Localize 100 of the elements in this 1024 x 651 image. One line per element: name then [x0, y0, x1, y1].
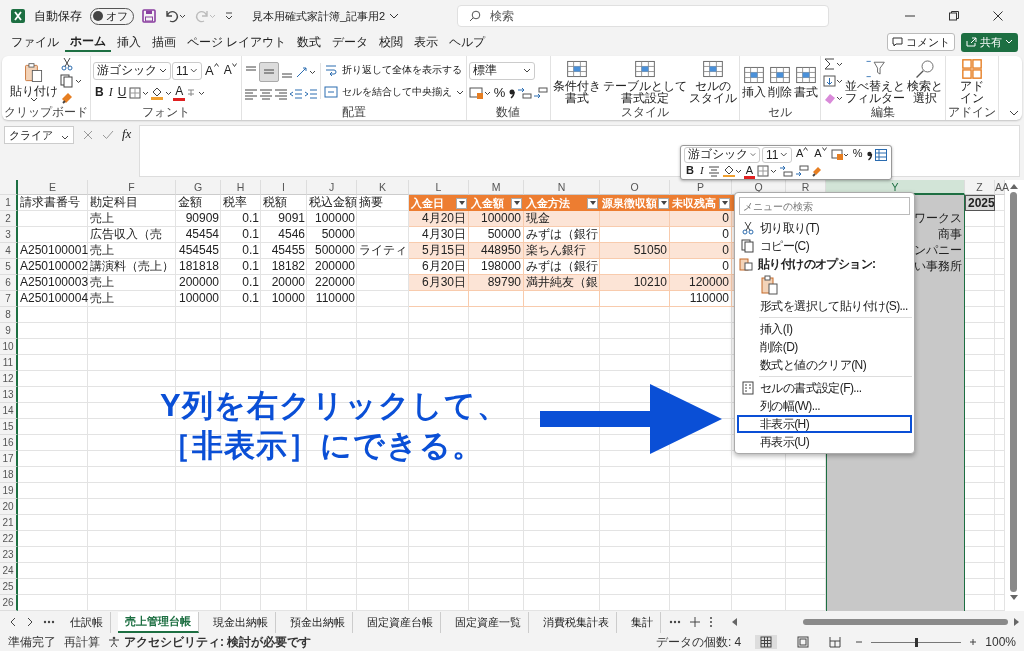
- filter-dropdown-button[interactable]: [511, 197, 522, 209]
- row-header[interactable]: 21: [0, 515, 18, 531]
- ribbon-button[interactable]: セルの スタイル: [689, 58, 738, 104]
- row-header[interactable]: 18: [0, 467, 18, 483]
- filter-dropdown-button[interactable]: [719, 197, 730, 209]
- ribbon-button[interactable]: 並べ替えと フィルター: [845, 58, 906, 104]
- font-name-dropdown[interactable]: 游ゴシック: [684, 146, 760, 163]
- percent-style-button[interactable]: %: [491, 84, 508, 101]
- scroll-up-icon[interactable]: [1009, 183, 1018, 189]
- next-sheet-icon[interactable]: [25, 617, 35, 627]
- sheet-tab[interactable]: 仕訳帳: [63, 611, 111, 633]
- decrease-font-size-button[interactable]: A: [812, 147, 829, 162]
- font-name-dropdown[interactable]: 游ゴシック: [93, 61, 171, 80]
- insert-function-button[interactable]: fx: [122, 126, 132, 142]
- ribbon-tab[interactable]: 表示: [409, 32, 444, 52]
- accessibility-icon[interactable]: [108, 636, 120, 648]
- decrease-decimal-icon[interactable]: [533, 85, 549, 100]
- ribbon-tab[interactable]: データ: [327, 32, 374, 52]
- bold-button[interactable]: B: [684, 163, 696, 179]
- row-header[interactable]: 4: [0, 243, 18, 259]
- column-header[interactable]: F: [88, 180, 176, 195]
- sheet-tab[interactable]: 預金出納帳: [283, 611, 353, 633]
- row-header[interactable]: 5: [0, 259, 18, 275]
- file-name-button[interactable]: 見本用確式家計簿_記事用2: [252, 8, 400, 24]
- menu-item[interactable]: 列の幅(W)...: [737, 397, 912, 415]
- comment-button[interactable]: コメント: [887, 33, 955, 51]
- page-layout-view-icon[interactable]: [797, 636, 810, 648]
- fill-color-icon[interactable]: [721, 165, 742, 177]
- filter-dropdown-button[interactable]: [587, 197, 598, 209]
- align-center-icon[interactable]: [707, 165, 720, 177]
- row-header[interactable]: 3: [0, 227, 18, 243]
- page-break-view-icon[interactable]: [829, 636, 842, 648]
- row-header[interactable]: 19: [0, 483, 18, 499]
- ribbon-tab[interactable]: ページ レイアウト: [182, 32, 292, 52]
- copy-icon[interactable]: [60, 74, 82, 88]
- increase-decimal-icon[interactable]: [778, 165, 793, 177]
- italic-button[interactable]: I: [697, 163, 706, 179]
- column-header[interactable]: H: [221, 180, 261, 195]
- share-button[interactable]: 共有: [961, 32, 1018, 52]
- font-size-dropdown[interactable]: 11: [172, 61, 202, 80]
- row-header[interactable]: 6: [0, 275, 18, 291]
- row-header[interactable]: 13: [0, 387, 18, 403]
- filter-dropdown-button[interactable]: [456, 197, 467, 209]
- table-format-icon[interactable]: [875, 148, 888, 161]
- column-header[interactable]: Z: [965, 180, 995, 195]
- column-header[interactable]: P: [670, 180, 732, 195]
- customize-caret-icon[interactable]: [224, 11, 234, 21]
- sheet-tab[interactable]: 集計: [624, 611, 661, 633]
- row-header[interactable]: 22: [0, 531, 18, 547]
- ribbon-button[interactable]: 書式: [794, 64, 819, 98]
- underline-button[interactable]: U: [115, 84, 129, 101]
- menu-search-field[interactable]: メニューの検索: [739, 197, 910, 215]
- font-size-dropdown[interactable]: 11: [762, 146, 792, 163]
- align-middle-icon[interactable]: [258, 61, 279, 82]
- row-header[interactable]: 2: [0, 211, 18, 227]
- cancel-icon[interactable]: [82, 129, 94, 141]
- scissors-icon[interactable]: [60, 57, 74, 71]
- previous-sheet-icon[interactable]: [8, 617, 18, 627]
- row-header[interactable]: 14: [0, 403, 18, 419]
- align-right-icon[interactable]: [273, 86, 288, 101]
- ribbon-button[interactable]: テーブルとして 書式設定: [603, 58, 688, 104]
- row-header[interactable]: 24: [0, 563, 18, 579]
- border-icon[interactable]: [756, 165, 777, 177]
- zoom-slider-thumb[interactable]: [915, 637, 919, 647]
- currency-format-icon[interactable]: [468, 85, 491, 100]
- column-header[interactable]: L: [409, 180, 469, 195]
- fill-down-icon[interactable]: [823, 74, 844, 88]
- wrap-text-button[interactable]: 折り返して全体を表示する: [323, 63, 464, 77]
- column-header[interactable]: K: [357, 180, 409, 195]
- ribbon-tab[interactable]: 校閲: [374, 32, 409, 52]
- sum-icon[interactable]: [823, 57, 844, 71]
- percent-style-button[interactable]: %: [850, 147, 865, 162]
- align-center-icon[interactable]: [258, 86, 273, 101]
- close-icon[interactable]: [992, 10, 1004, 22]
- menu-item[interactable]: セルの書式設定(F)...: [737, 379, 912, 397]
- column-header[interactable]: M: [469, 180, 524, 195]
- format-painter-icon[interactable]: [810, 165, 823, 177]
- sheet-tab[interactable]: 消費税集計表: [536, 611, 617, 633]
- filter-dropdown-button[interactable]: [658, 197, 669, 209]
- sheet-tab[interactable]: 固定資産一覧: [448, 611, 529, 633]
- ribbon-button[interactable]: 挿入: [742, 64, 767, 98]
- column-header[interactable]: G: [176, 180, 221, 195]
- zoom-in-icon[interactable]: [969, 638, 978, 646]
- column-header[interactable]: E: [18, 180, 88, 195]
- border-icon[interactable]: [129, 86, 150, 99]
- row-header[interactable]: 17: [0, 451, 18, 467]
- ribbon-tab[interactable]: 描画: [147, 32, 181, 52]
- row-header[interactable]: 11: [0, 355, 18, 371]
- row-header[interactable]: 26: [0, 595, 18, 611]
- sheet-tab[interactable]: 現金出納帳: [206, 611, 276, 633]
- row-header[interactable]: 12: [0, 371, 18, 387]
- currency-format-icon[interactable]: [830, 148, 849, 161]
- ribbon-button[interactable]: 検索と 選択: [907, 58, 944, 104]
- paste-option-icon[interactable]: [761, 275, 779, 295]
- collapse-ribbon-icon[interactable]: [1009, 109, 1019, 117]
- row-header[interactable]: 16: [0, 435, 18, 451]
- add-sheet-icon[interactable]: [689, 616, 701, 628]
- row-header[interactable]: 7: [0, 291, 18, 307]
- column-header[interactable]: N: [524, 180, 600, 195]
- increase-font-size-button[interactable]: A: [794, 147, 811, 162]
